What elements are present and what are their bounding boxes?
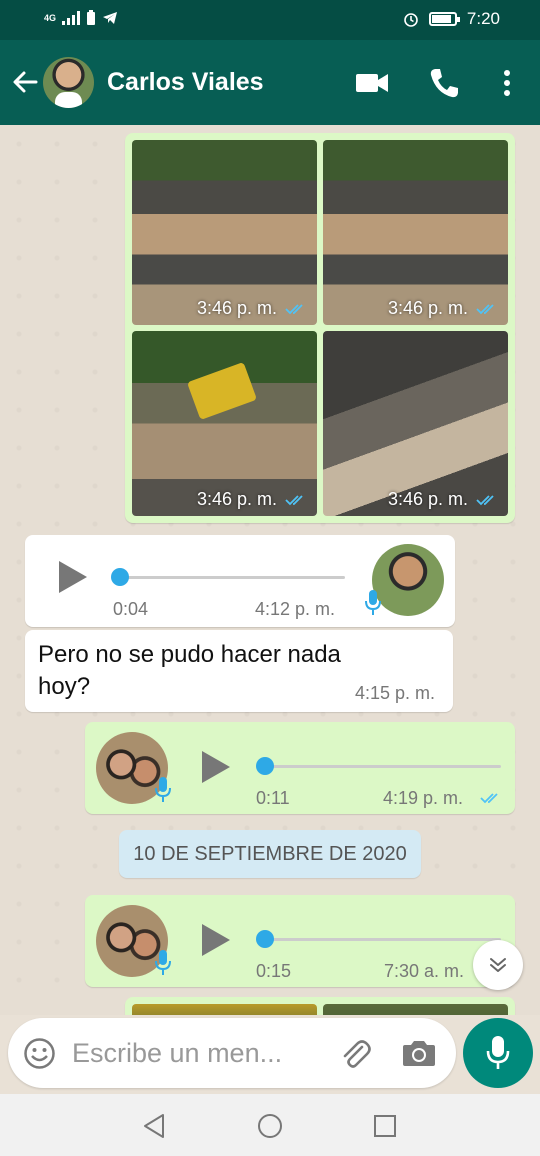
photo-time: 3:46 p. m.	[387, 489, 468, 509]
record-voice-button[interactable]	[463, 1018, 533, 1088]
phone-icon[interactable]	[426, 65, 462, 101]
message-composer	[8, 1018, 456, 1088]
photo-time: 3:46 p. m.	[387, 298, 468, 318]
audio-progress-track[interactable]	[265, 938, 501, 941]
clock: 7:20	[466, 9, 500, 28]
photo-thumbnail[interactable]	[323, 1004, 508, 1015]
mic-icon	[155, 777, 171, 802]
double-check-icon	[480, 793, 498, 804]
message-time: 4:19 p. m.	[383, 788, 464, 808]
photo-time: 3:46 p. m.	[196, 298, 277, 318]
chat-area[interactable]: 3:46 p. m. 3:46 p. m. 3:46 p. m. 3:46 p.…	[0, 125, 540, 1015]
play-icon[interactable]	[202, 924, 230, 956]
camera-icon[interactable]	[401, 1037, 437, 1069]
date-separator: 10 DE SEPTIEMBRE DE 2020	[119, 830, 421, 878]
nav-back-icon[interactable]	[142, 1113, 166, 1139]
double-check-icon	[285, 494, 303, 505]
scroll-down-button[interactable]	[473, 940, 523, 990]
status-bar: 4G 7:20	[0, 0, 540, 40]
voice-duration: 0:11	[256, 788, 290, 808]
audio-seek-knob[interactable]	[256, 930, 274, 948]
photo-thumbnail[interactable]: 3:46 p. m.	[323, 331, 508, 516]
voice-message-out: 0:15 7:30 a. m.	[85, 895, 515, 987]
contact-name[interactable]: Carlos Viales	[107, 68, 264, 97]
double-check-icon	[476, 303, 494, 314]
message-time: 7:30 a. m.	[384, 961, 465, 981]
alarm-icon	[404, 13, 418, 27]
audio-progress-track[interactable]	[120, 576, 345, 579]
mic-icon	[486, 1036, 510, 1069]
signal-icon	[62, 11, 81, 25]
video-call-icon[interactable]	[354, 65, 390, 101]
audio-seek-knob[interactable]	[111, 568, 129, 586]
nav-home-icon[interactable]	[257, 1113, 283, 1139]
mic-icon	[155, 950, 171, 975]
battery-icon	[428, 12, 460, 26]
double-check-icon	[285, 303, 303, 314]
mic-icon	[365, 590, 381, 615]
telegram-icon	[103, 12, 118, 24]
text-message-in: Pero no se pudo hacer nada hoy? 4:15 p. …	[25, 630, 453, 712]
chat-header: Carlos Viales	[0, 40, 540, 125]
status-right: 7:20	[403, 9, 500, 29]
message-text: Pero no se pudo hacer nada hoy?	[38, 641, 341, 700]
audio-seek-knob[interactable]	[256, 757, 274, 775]
nav-recents-icon[interactable]	[373, 1114, 397, 1138]
photo-thumbnail[interactable]: 3:46 p. m.	[132, 331, 317, 516]
back-arrow-icon[interactable]	[10, 67, 40, 97]
sender-avatar	[372, 544, 444, 616]
photo-time: 3:46 p. m.	[196, 489, 277, 509]
more-vert-icon[interactable]	[489, 65, 525, 101]
message-time: 4:15 p. m.	[355, 683, 436, 703]
play-icon[interactable]	[202, 751, 230, 783]
sim-battery-icon	[87, 10, 96, 25]
audio-progress-track[interactable]	[265, 765, 501, 768]
contact-avatar[interactable]	[43, 57, 94, 108]
voice-duration: 0:04	[113, 599, 149, 619]
photo-thumbnail[interactable]: 3:46 p. m.	[132, 140, 317, 325]
double-check-icon	[476, 494, 494, 505]
attach-icon[interactable]	[338, 1037, 372, 1071]
voice-duration: 0:15	[256, 961, 292, 981]
photo-thumbnail[interactable]	[132, 1004, 317, 1015]
photo-thumbnail[interactable]: 3:46 p. m.	[323, 140, 508, 325]
status-left: 4G	[44, 10, 118, 26]
message-time: 4:12 p. m.	[255, 599, 336, 619]
network-label: 4G	[44, 13, 57, 23]
photo-grid-bubble	[125, 997, 515, 1015]
photo-grid-bubble: 3:46 p. m. 3:46 p. m. 3:46 p. m. 3:46 p.…	[125, 133, 515, 523]
message-input[interactable]	[72, 1036, 312, 1070]
voice-message-in: 0:04 4:12 p. m.	[25, 535, 455, 627]
play-icon[interactable]	[59, 561, 87, 593]
emoji-icon[interactable]	[23, 1037, 56, 1070]
chevron-down-icon	[490, 958, 506, 972]
system-nav-bar	[0, 1094, 540, 1156]
voice-message-out: 0:11 4:19 p. m.	[85, 722, 515, 814]
